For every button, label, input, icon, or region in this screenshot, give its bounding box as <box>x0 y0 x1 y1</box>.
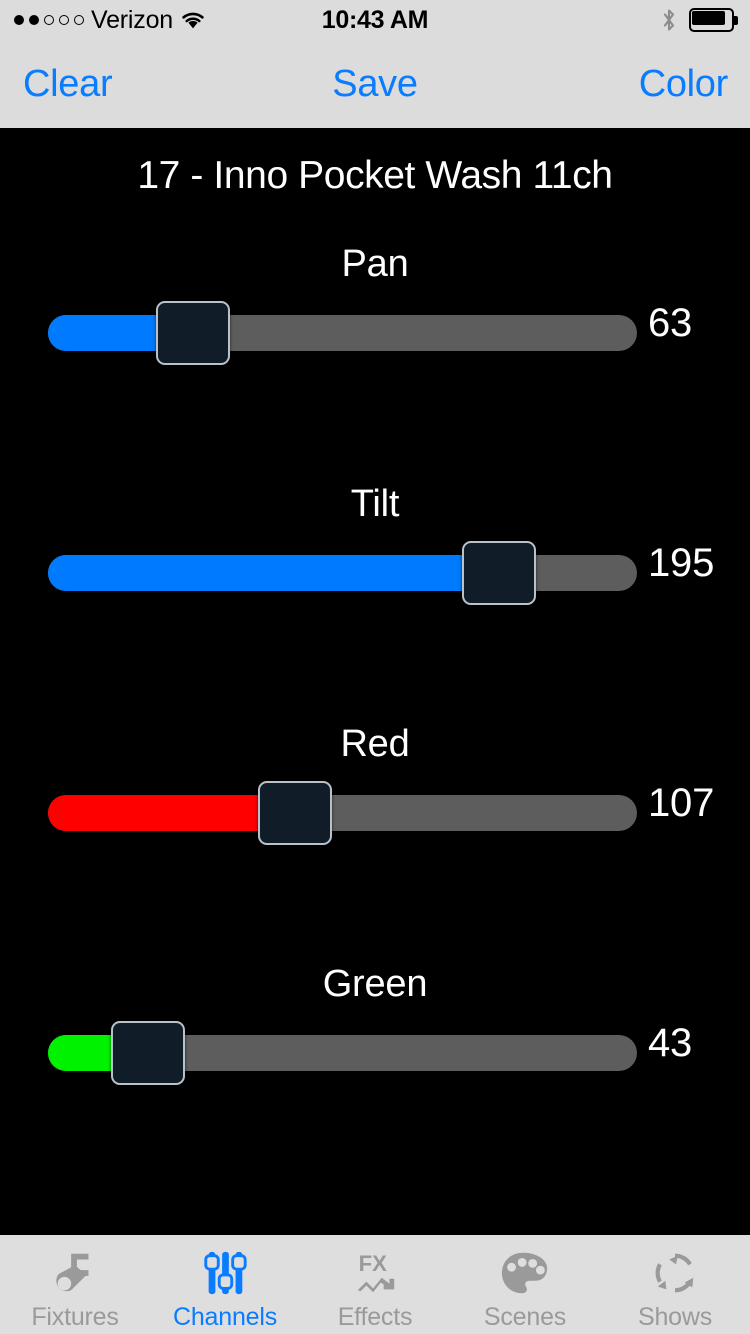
slider-thumb[interactable] <box>461 541 536 605</box>
tab-shows[interactable]: Shows <box>600 1235 750 1334</box>
tab-fixtures[interactable]: Fixtures <box>0 1235 150 1334</box>
channel-value: 195 <box>648 541 715 585</box>
channel-label: Green <box>322 963 428 1005</box>
tab-bar: Fixtures Channels FX Effects Scenes Shows <box>0 1235 750 1334</box>
tab-label: Scenes <box>483 1303 567 1331</box>
paint-palette-icon <box>495 1247 555 1299</box>
battery-icon <box>689 8 738 32</box>
slider-thumb[interactable] <box>110 1021 185 1085</box>
channel-label: Tilt <box>350 483 400 525</box>
channels-panel: 17 - Inno Pocket Wash 11ch Pan 63 Tilt 195 R… <box>0 128 750 1235</box>
status-bar: Verizon 10:43 AM <box>0 0 750 40</box>
tab-scenes[interactable]: Scenes <box>450 1235 600 1334</box>
stage-light-icon <box>45 1247 105 1299</box>
tab-label: Shows <box>637 1303 713 1331</box>
channel-slider[interactable] <box>48 301 637 365</box>
color-button[interactable]: Color <box>639 40 729 128</box>
fixture-title: 17 - Inno Pocket Wash 11ch <box>137 154 613 197</box>
channel-slider-row: Red 107 <box>0 723 750 963</box>
channel-slider-row: Green 43 <box>0 963 750 1203</box>
slider-fill <box>48 555 499 591</box>
vertical-sliders-icon <box>195 1247 255 1299</box>
clock-label: 10:43 AM <box>321 6 429 34</box>
channel-value: 63 <box>648 301 693 345</box>
slider-thumb[interactable] <box>258 781 333 845</box>
fx-graph-icon: FX <box>345 1247 405 1299</box>
channel-slider[interactable] <box>48 541 637 605</box>
channel-value: 107 <box>648 781 715 825</box>
channel-slider[interactable] <box>48 1021 637 1085</box>
channel-slider-row: Tilt 195 <box>0 483 750 723</box>
channel-slider-list: Pan 63 Tilt 195 Red 107 Green 43 <box>0 243 750 1203</box>
tab-label: Fixtures <box>31 1303 119 1331</box>
channel-slider-row: Pan 63 <box>0 243 750 483</box>
navigation-bar: Clear Save Color <box>0 40 750 128</box>
tab-label: Effects <box>337 1303 413 1331</box>
save-button[interactable]: Save <box>0 40 750 128</box>
channel-value: 43 <box>648 1021 693 1065</box>
loop-arrows-icon <box>645 1247 705 1299</box>
channel-slider[interactable] <box>48 781 637 845</box>
app-root: Verizon 10:43 AM Clear Save Color 17 - I… <box>0 0 750 1334</box>
tab-channels[interactable]: Channels <box>150 1235 300 1334</box>
channel-label: Red <box>340 723 410 765</box>
status-bar-right <box>661 0 738 40</box>
svg-text:FX: FX <box>359 1251 388 1276</box>
bluetooth-icon <box>661 8 677 32</box>
slider-thumb[interactable] <box>156 301 231 365</box>
tab-label: Channels <box>172 1303 278 1331</box>
tab-effects[interactable]: FX Effects <box>300 1235 450 1334</box>
channel-label: Pan <box>341 243 409 285</box>
